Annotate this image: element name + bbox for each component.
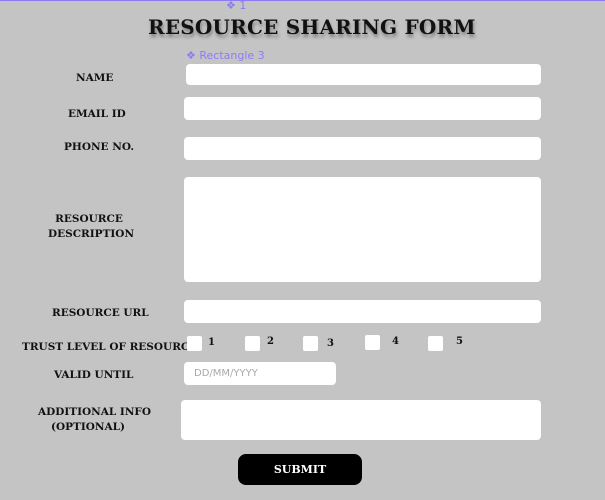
description-label-line1: RESOURCE xyxy=(55,213,123,225)
email-label: EMAIL ID xyxy=(68,108,126,120)
phone-input[interactable] xyxy=(184,137,541,160)
url-input[interactable] xyxy=(184,300,541,323)
name-label: NAME xyxy=(76,72,114,84)
submit-button[interactable]: SUBMIT xyxy=(238,454,362,485)
trust-checkbox-3[interactable] xyxy=(303,336,318,351)
trust-checkbox-2[interactable] xyxy=(245,336,260,351)
trust-option-2-label: 2 xyxy=(267,336,274,347)
additional-info-label-line1: ADDITIONAL INFO xyxy=(38,406,152,418)
trust-level-label: TRUST LEVEL OF RESOURCE xyxy=(22,341,198,353)
trust-checkbox-1[interactable] xyxy=(187,336,202,351)
trust-option-4-label: 4 xyxy=(392,336,399,347)
description-label: RESOURCE DESCRIPTION xyxy=(48,212,135,242)
valid-until-label: VALID UNTIL xyxy=(54,369,134,381)
frame-selection-border xyxy=(0,0,605,1)
additional-info-textarea[interactable] xyxy=(181,400,541,440)
trust-option-3-label: 3 xyxy=(327,338,334,349)
additional-info-label: ADDITIONAL INFO (OPTIONAL) xyxy=(38,405,152,435)
email-input[interactable] xyxy=(184,97,541,120)
form-title: RESOURCE SHARING FORM xyxy=(148,15,476,39)
trust-option-1-label: 1 xyxy=(208,337,215,348)
trust-checkbox-5[interactable] xyxy=(428,336,443,351)
valid-until-input[interactable] xyxy=(184,362,336,385)
description-textarea[interactable] xyxy=(184,177,541,282)
frame-tag: ❖ 1 xyxy=(226,0,247,12)
additional-info-label-line2: (OPTIONAL) xyxy=(51,421,125,433)
trust-option-5-label: 5 xyxy=(456,336,463,347)
url-label: RESOURCE URL xyxy=(52,307,149,319)
component-tag: ❖ Rectangle 3 xyxy=(186,49,265,62)
trust-checkbox-4[interactable] xyxy=(365,335,380,350)
name-input[interactable] xyxy=(186,64,541,85)
description-label-line2: DESCRIPTION xyxy=(48,228,135,240)
phone-label: PHONE NO. xyxy=(64,141,135,153)
